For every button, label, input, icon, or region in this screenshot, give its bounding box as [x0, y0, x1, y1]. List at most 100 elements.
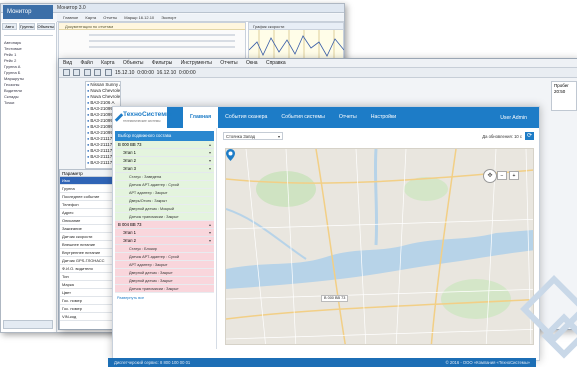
footer-copyright: © 2016 - ООО «Компания «ТехноСистемы» — [445, 360, 530, 365]
nav-system-events[interactable]: События системы — [274, 107, 331, 128]
menu-item-view[interactable]: Вид — [63, 60, 72, 66]
menu-item-help[interactable]: Справка — [266, 60, 286, 66]
parking-select[interactable]: Стоянка Запад — [223, 132, 283, 140]
parameter-row[interactable]: Имя — [60, 177, 112, 185]
parameter-row[interactable]: Последнее событие — [60, 193, 112, 201]
time-from-field[interactable]: 0:00:00 — [137, 70, 154, 76]
expand-all-link[interactable]: Развернуть все — [113, 293, 216, 303]
tree-item[interactable]: Точки — [1, 100, 56, 106]
parameter-row[interactable]: Гос. номер — [60, 297, 112, 305]
time-to-field[interactable]: 0:00:00 — [179, 70, 196, 76]
menu-item-file[interactable]: Файл — [80, 60, 92, 66]
web-app-window: ТехноСистемы телематические системы Глав… — [112, 106, 540, 361]
stage-row[interactable]: Этап 1 — [115, 149, 214, 157]
zoom-controls: − + — [497, 171, 519, 180]
parameter-row[interactable]: Описание — [60, 217, 112, 225]
footer: Диспетчерский сервис: 8 800 100 00 01 © … — [108, 358, 536, 367]
logo-diamond-icon — [114, 113, 124, 122]
parameter-row[interactable]: Телефон — [60, 201, 112, 209]
vehicle-marker-icon[interactable] — [226, 149, 235, 161]
parameter-row[interactable]: Цвет — [60, 289, 112, 297]
pan-control-icon[interactable]: ✥ — [483, 169, 497, 183]
sensor-row: Статус : Заведена — [115, 173, 214, 181]
sidebar-bottom-button[interactable] — [3, 320, 53, 329]
refresh-interval-label: Да обновления: 10 с — [482, 133, 522, 139]
map-icon[interactable] — [73, 69, 81, 77]
tab-reports[interactable]: Отчеты — [103, 15, 117, 20]
logo-subtitle: телематические системы — [123, 118, 161, 123]
mileage-time: 20:50 — [554, 89, 566, 94]
sensor-row: Статус : Блокир — [115, 245, 214, 253]
parameter-row[interactable]: Адрес — [60, 209, 112, 217]
fleet-status-panel: Выбор подвижного состава В 000 ВВ 73 Эта… — [113, 128, 217, 349]
tab-export[interactable]: Экспорт — [161, 15, 176, 20]
menu-item-tools[interactable]: Инструменты — [181, 60, 212, 66]
parameter-row[interactable]: Гос. номер — [60, 305, 112, 313]
sensor-row: Датчик трансмисии : Закрыт — [115, 285, 214, 293]
user-menu[interactable]: User Admin — [500, 115, 539, 121]
parameter-row[interactable]: Датчик скорости — [60, 233, 112, 241]
menu-bar: Вид Файл Карта Объекты Фильтры Инструмен… — [59, 59, 577, 67]
mileage-pane: Пробег 20:50 — [551, 81, 577, 111]
stage-row[interactable]: Этап 2 — [115, 237, 214, 245]
parameter-row[interactable]: Ф.И.О. водителя — [60, 265, 112, 273]
tab-route[interactable]: Маршр 16.12.10 — [124, 15, 154, 20]
toolbar: 15.12.10 0:00:00 16.12.10 0:00:00 — [59, 67, 577, 78]
sidebar-tab-objects[interactable]: Объекты — [36, 23, 55, 30]
menu-item-reports[interactable]: Отчеты — [220, 60, 237, 66]
city-map[interactable]: ✥ − + В 000 ВВ 73 — [225, 148, 534, 345]
chart-panel-title: График скорости — [249, 23, 343, 30]
sensor-row: Дверной датчик : Мокрый — [115, 205, 214, 213]
parameter-row[interactable]: Внешнее питание — [60, 241, 112, 249]
date-to-field[interactable]: 16.12.10 — [157, 70, 176, 76]
menu-item-map[interactable]: Карта — [101, 60, 114, 66]
zoom-in-button[interactable]: + — [509, 171, 519, 180]
refresh-icon[interactable] — [63, 69, 70, 77]
sensor-row: Дверь/Отсек : Закрыт — [115, 197, 214, 205]
nav-scanner-events[interactable]: События сканера — [218, 107, 274, 128]
sensor-row: Датчик трансмисии : Закрыт — [115, 213, 214, 221]
nav-reports[interactable]: Отчеты — [332, 107, 364, 128]
stage-row[interactable]: Этап 1 — [115, 229, 214, 237]
parameter-row[interactable]: Марка — [60, 281, 112, 289]
parameter-table: Параметр Имя Группа Последнее событие Те… — [59, 169, 113, 329]
sensor-row: АРТ адаптер : Закрыт — [115, 189, 214, 197]
menu-item-windows[interactable]: Окна — [246, 60, 258, 66]
parameter-row[interactable]: Тип — [60, 273, 112, 281]
menu-item-objects[interactable]: Объекты — [123, 60, 144, 66]
divider — [4, 35, 53, 36]
date-from-field[interactable]: 15.12.10 — [115, 70, 134, 76]
doc-panel-title: Документация по отчетам — [59, 23, 245, 30]
zoom-out-button[interactable]: − — [497, 171, 507, 180]
stage-row[interactable]: Этап 3 — [115, 165, 214, 173]
track-icon[interactable] — [104, 69, 112, 77]
sidebar-tab-auto[interactable]: Авто — [2, 23, 18, 30]
logo-text: ТехноСистемы телематические системы — [123, 111, 172, 124]
brand-logo[interactable]: ТехноСистемы телематические системы — [113, 107, 172, 128]
map-area: Стоянка Запад Да обновления: 10 с ⟳ — [218, 128, 539, 349]
tab-main[interactable]: Главное — [63, 15, 78, 20]
vehicle-title[interactable]: В 000 ВВ 73 — [115, 141, 214, 149]
marker-label: В 000 ВВ 73 — [321, 295, 349, 302]
menu-item-filters[interactable]: Фильтры — [152, 60, 172, 66]
sidebar-tabs: Авто Группы Объекты — [1, 22, 56, 31]
tab-map[interactable]: Карта — [85, 15, 96, 20]
back-app-logo: Монитор — [3, 5, 53, 19]
refresh-button[interactable]: ⟳ — [525, 132, 534, 140]
zoom-out-icon[interactable] — [94, 69, 102, 77]
stage-row[interactable]: Этап 2 — [115, 157, 214, 165]
nav-settings[interactable]: Настройки — [364, 107, 403, 128]
sidebar-tab-groups[interactable]: Группы — [19, 23, 35, 30]
parameter-row[interactable]: Датчик GPS-ГЛОНАСС — [60, 257, 112, 265]
doc-text-line — [89, 40, 235, 42]
parameter-row[interactable]: Зажигание — [60, 225, 112, 233]
vehicle-group-red: В 004 ВВ 73 Этап 1 Этап 2 Статус : Блоки… — [115, 221, 214, 293]
sensor-row: Дверной датчик : Закрыт — [115, 277, 214, 285]
nav-home[interactable]: Главная — [183, 107, 219, 128]
sensor-row: Датчик АРТ-адаптер : Сухой — [115, 253, 214, 261]
zoom-in-icon[interactable] — [83, 69, 91, 77]
vehicle-title[interactable]: В 004 ВВ 73 — [115, 221, 214, 229]
parameter-row[interactable]: Внутреннее питание — [60, 249, 112, 257]
parameter-row[interactable]: Группа — [60, 185, 112, 193]
parameter-row[interactable]: VIN-код — [60, 313, 112, 321]
